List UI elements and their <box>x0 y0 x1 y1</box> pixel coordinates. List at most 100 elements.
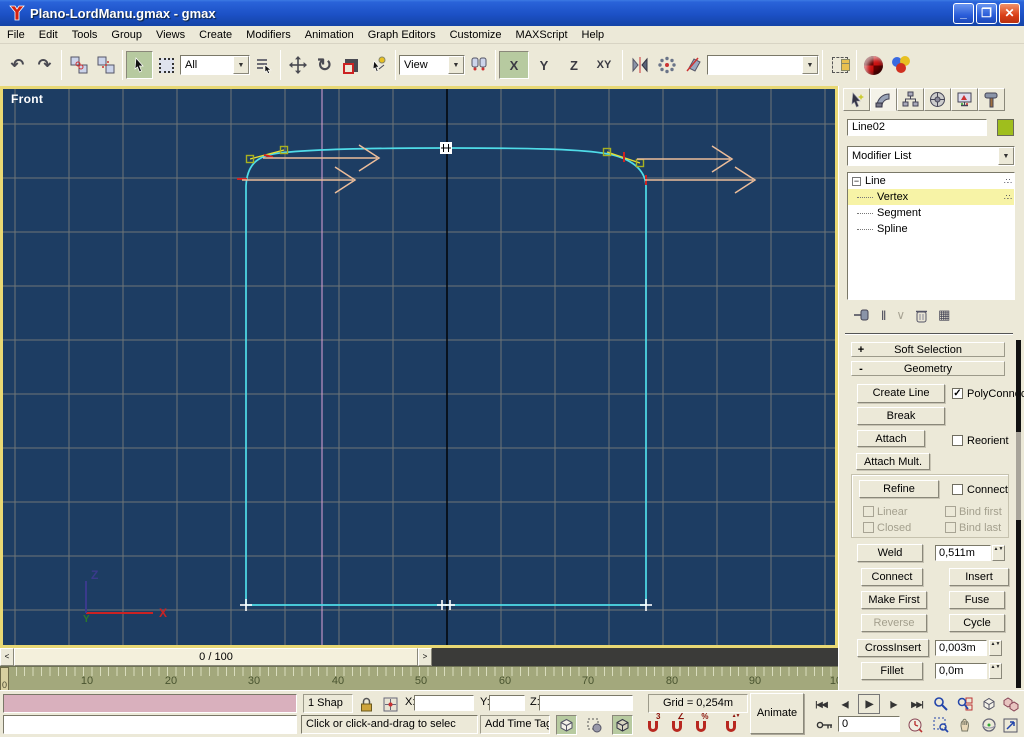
viewport-front[interactable]: X Z Y Front <box>0 86 838 648</box>
time-configuration-button[interactable] <box>904 715 925 735</box>
fuse-button[interactable]: Fuse <box>949 591 1005 609</box>
tab-display[interactable] <box>951 88 978 111</box>
tab-utilities[interactable] <box>978 88 1005 111</box>
select-by-name-button[interactable] <box>250 51 277 79</box>
restore-button[interactable]: ❐ <box>976 3 997 24</box>
create-line-button[interactable]: Create Line <box>857 384 945 403</box>
weld-value-field[interactable]: 0,511m <box>935 545 991 561</box>
object-color-swatch[interactable] <box>997 119 1014 136</box>
spinner-down-icon[interactable]: ▼ <box>996 641 1001 647</box>
tab-hierarchy[interactable] <box>897 88 924 111</box>
previous-frame-button[interactable]: ◀| <box>834 694 856 714</box>
selection-region-button[interactable] <box>153 51 180 79</box>
time-back-arrow[interactable]: < <box>0 648 14 666</box>
crossinsert-spinner[interactable]: ▲▼ <box>989 640 1002 656</box>
make-unique-icon[interactable]: ∨ <box>896 308 905 322</box>
weld-spinner[interactable]: ▲▼ <box>992 545 1005 561</box>
select-and-move-button[interactable] <box>284 51 311 79</box>
attach-mult-button[interactable]: Attach Mult. <box>856 453 930 470</box>
animate-button[interactable]: Animate <box>750 693 804 734</box>
align-button[interactable] <box>680 51 707 79</box>
crossing-selection-button[interactable] <box>612 715 633 735</box>
select-and-manipulate-button[interactable] <box>365 51 392 79</box>
selection-lock-button[interactable] <box>356 694 377 714</box>
menu-group[interactable]: Group <box>104 27 149 43</box>
crossinsert-value-field[interactable]: 0,003m <box>935 640 987 656</box>
close-button[interactable]: ✕ <box>999 3 1020 24</box>
restrict-y-button[interactable]: Y <box>529 51 559 79</box>
time-position-marker[interactable]: 0 <box>0 667 9 690</box>
restrict-xy-button[interactable]: XY <box>589 51 619 79</box>
arc-rotate-button[interactable] <box>978 715 999 735</box>
pin-stack-icon[interactable] <box>853 308 871 322</box>
min-max-toggle-button[interactable] <box>1000 715 1021 735</box>
attach-button[interactable]: Attach <box>857 430 925 447</box>
spinner-snap-button[interactable]: ▲▼ <box>720 715 741 735</box>
viewport-label[interactable]: Front <box>11 92 43 106</box>
restrict-x-button[interactable]: X <box>499 51 529 79</box>
select-and-scale-button[interactable] <box>338 51 365 79</box>
menu-file[interactable]: File <box>0 27 32 43</box>
crossinsert-button[interactable]: CrossInsert <box>857 639 929 657</box>
menu-views[interactable]: Views <box>149 27 192 43</box>
cycle-button[interactable]: Cycle <box>949 614 1005 632</box>
fillet-value-field[interactable]: 0,0m <box>935 663 987 679</box>
angle-snap-button[interactable]: ∠ <box>666 715 687 735</box>
polyconnect-checkbox[interactable]: ✓ <box>952 388 963 399</box>
menu-maxscript[interactable]: MAXScript <box>509 27 575 43</box>
menu-help[interactable]: Help <box>575 27 612 43</box>
zoom-extents-all-button[interactable] <box>1000 694 1021 714</box>
redo-button[interactable]: ↷ <box>31 51 58 79</box>
stack-root-line[interactable]: − Line ∴∴ <box>848 173 1014 189</box>
absolute-mode-button[interactable] <box>380 694 401 714</box>
select-and-link-button[interactable] <box>65 51 92 79</box>
remove-modifier-icon[interactable] <box>915 308 928 323</box>
configure-modifier-sets-icon[interactable]: ▦ <box>938 307 950 323</box>
pan-button[interactable] <box>954 715 975 735</box>
menu-create[interactable]: Create <box>192 27 239 43</box>
add-time-tag[interactable]: Add Time Tag <box>480 715 550 734</box>
panel-scrollbar-thumb[interactable] <box>1016 432 1021 520</box>
menu-graph-editors[interactable]: Graph Editors <box>361 27 443 43</box>
use-pivot-center-button[interactable] <box>465 51 492 79</box>
restrict-z-button[interactable]: Z <box>559 51 589 79</box>
modifier-list-dropdown[interactable]: Modifier List ▼ <box>847 146 1015 166</box>
weld-button[interactable]: Weld <box>857 544 923 562</box>
zoom-button[interactable] <box>930 694 951 714</box>
x-coordinate-field[interactable] <box>414 695 474 711</box>
z-coordinate-field[interactable] <box>539 695 633 711</box>
mirror-button[interactable] <box>626 51 653 79</box>
selection-filter-dropdown[interactable]: All ▼ <box>180 55 250 75</box>
percent-snap-button[interactable]: % <box>690 715 711 735</box>
spinner-down-icon[interactable]: ▼ <box>996 664 1001 670</box>
time-forward-arrow[interactable]: > <box>418 648 432 666</box>
reorient-checkbox[interactable] <box>952 435 963 446</box>
undo-button[interactable]: ↶ <box>4 51 31 79</box>
fillet-spinner[interactable]: ▲▼ <box>989 663 1002 679</box>
minimize-button[interactable]: _ <box>953 3 974 24</box>
tab-motion[interactable] <box>924 88 951 111</box>
connect-button[interactable]: Connect <box>861 568 923 586</box>
tab-modify[interactable] <box>870 88 897 111</box>
next-frame-button[interactable]: |▶ <box>882 694 904 714</box>
current-frame-field[interactable]: 0 <box>838 716 900 732</box>
menu-edit[interactable]: Edit <box>32 27 65 43</box>
show-end-result-icon[interactable]: ‖ <box>881 308 886 323</box>
reference-coordinate-dropdown[interactable]: View ▼ <box>399 55 465 75</box>
select-object-button[interactable] <box>126 51 153 79</box>
refine-button[interactable]: Refine <box>859 480 939 498</box>
track-bar[interactable]: 10 20 30 40 50 60 70 80 90 100 0 <box>0 666 838 690</box>
geometry-rollout[interactable]: - Geometry <box>851 361 1005 376</box>
make-first-button[interactable]: Make First <box>861 591 927 609</box>
viewport-canvas[interactable]: X Z Y Front <box>3 89 835 645</box>
tab-create[interactable] <box>843 88 870 111</box>
zoom-all-button[interactable] <box>954 694 975 714</box>
array-button[interactable] <box>653 51 680 79</box>
fillet-button[interactable]: Fillet <box>861 662 923 680</box>
snap-toggle-button[interactable]: 3 <box>642 715 663 735</box>
maxscript-input-field[interactable] <box>3 715 297 734</box>
unlink-selection-button[interactable] <box>92 51 119 79</box>
object-name-field[interactable]: Line02 <box>847 119 987 136</box>
degradation-override-button[interactable] <box>556 715 577 735</box>
stack-item-spline[interactable]: Spline <box>848 221 1014 237</box>
